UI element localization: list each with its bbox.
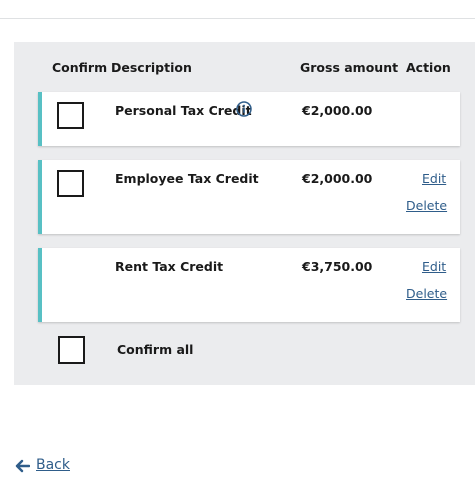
- column-header-gross-amount: Gross amount: [300, 60, 399, 75]
- info-icon[interactable]: [236, 101, 252, 117]
- row-amount-personal: €2,000.00: [302, 103, 373, 118]
- row-description-employee: Employee Tax Credit: [115, 171, 259, 186]
- edit-link-rent[interactable]: Edit: [422, 259, 446, 274]
- tax-credit-row-rent: [38, 248, 460, 322]
- delete-link-employee[interactable]: Delete: [406, 198, 447, 213]
- confirm-all-label: Confirm all: [117, 342, 194, 357]
- column-header-description: Description: [111, 60, 192, 75]
- arrow-left-icon: [15, 459, 30, 473]
- back-label: Back: [36, 457, 70, 473]
- row-description-personal: Personal Tax Credit: [115, 103, 252, 118]
- column-header-action: Action: [406, 60, 451, 75]
- confirm-checkbox-employee[interactable]: [57, 170, 84, 197]
- confirm-checkbox-personal[interactable]: [57, 102, 84, 129]
- row-description-rent: Rent Tax Credit: [115, 259, 224, 274]
- edit-link-employee[interactable]: Edit: [422, 171, 446, 186]
- column-header-confirm: Confirm: [52, 60, 108, 75]
- row-amount-rent: €3,750.00: [302, 259, 373, 274]
- row-amount-employee: €2,000.00: [302, 171, 373, 186]
- delete-link-rent[interactable]: Delete: [406, 286, 447, 301]
- confirm-all-checkbox[interactable]: [58, 336, 85, 364]
- top-divider: [0, 18, 475, 19]
